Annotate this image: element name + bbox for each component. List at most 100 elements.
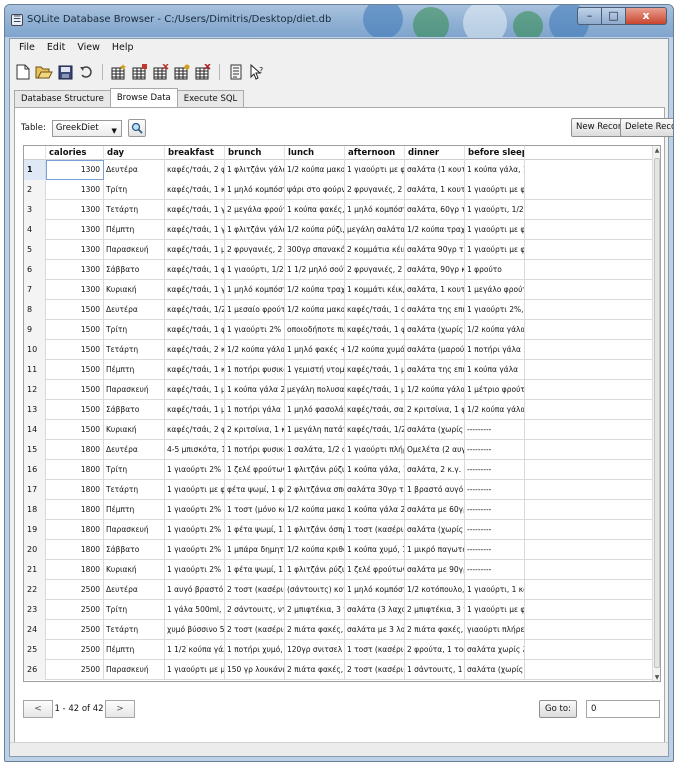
- table-cell[interactable]: 1 σαλάτα, 1/2 φλιτζ: [285, 440, 345, 460]
- table-cell[interactable]: καφές/τσάι, 1 αυγό: [345, 300, 405, 320]
- table-cell[interactable]: σαλάτα χωρίς λάδι μ: [465, 640, 525, 660]
- table-cell[interactable]: 1 1/2 μηλό σούπα, 2: [285, 260, 345, 280]
- table-cell[interactable]: 150 γρ λουκάνικα (τ: [225, 660, 285, 680]
- table-row[interactable]: 121500Παρασκευήκαφές/τσάι, 1 μεγάλ1 κούπ…: [24, 380, 654, 400]
- table-cell[interactable]: 1 γιαούρτι με φρουτ: [465, 180, 525, 200]
- row-number[interactable]: 21: [24, 560, 46, 580]
- row-number[interactable]: 23: [24, 600, 46, 620]
- table-cell[interactable]: ---------: [465, 460, 525, 480]
- table-cell[interactable]: 1/2 κοτόπουλο, 1 κο: [405, 580, 465, 600]
- table-cell[interactable]: Δευτέρα: [104, 440, 165, 460]
- open-folder-icon[interactable]: [35, 63, 53, 81]
- table-row[interactable]: 111500Πέμπτηκαφές/τσάι, 1 κούπα1 ποτήρι …: [24, 360, 654, 380]
- table-cell[interactable]: Τρίτη: [104, 320, 165, 340]
- table-cell[interactable]: 2500: [46, 620, 104, 640]
- table-cell[interactable]: 2 μπιφτέκια, 3 πατά: [405, 600, 465, 620]
- table-cell[interactable]: 1 γιαούρτι με φρούτ: [165, 480, 225, 500]
- minimize-button[interactable]: –: [577, 7, 601, 25]
- row-number[interactable]: 22: [24, 580, 46, 600]
- table-cell[interactable]: 1/2 κούπα γάλα, 1/2: [405, 380, 465, 400]
- table-cell[interactable]: 1800: [46, 520, 104, 540]
- table-cell[interactable]: 1/2 κούπα τραχανά,: [405, 220, 465, 240]
- table-cell[interactable]: Κυριακή: [104, 420, 165, 440]
- table-cell[interactable]: σαλάτα 30γρ τόνο σ: [345, 480, 405, 500]
- table-cell[interactable]: σαλάτα, 2 κ.γ. ελαι: [405, 460, 465, 480]
- table-cell[interactable]: 1 κούπα γάλα: [465, 360, 525, 380]
- scroll-up-icon[interactable]: ▲: [653, 146, 660, 156]
- table-cell[interactable]: 1 γιαούρτι, 1/2 κουτ: [225, 260, 285, 280]
- table-cell[interactable]: 1/2 κούπα μακαρόνι: [285, 300, 345, 320]
- table-cell[interactable]: 1 φέτα ψωμί, 1 κ.γ.: [225, 560, 285, 580]
- row-number[interactable]: 12: [24, 380, 46, 400]
- table-cell[interactable]: 1 γιαούρτι, 1 κουταλ: [465, 580, 525, 600]
- table-cell[interactable]: ---------: [465, 500, 525, 520]
- table-row[interactable]: 201800Σάββατο1 γιαούρτι 2% με 21 μπάρα δ…: [24, 540, 654, 560]
- table-select[interactable]: GreekDiet ▼: [51, 119, 122, 137]
- table-cell[interactable]: σαλάτα, 1 κουταλιά: [405, 280, 465, 300]
- table-cell[interactable]: 1500: [46, 380, 104, 400]
- table-cell[interactable]: Ομελέτα (2 αυγά), 2: [405, 440, 465, 460]
- table-cell[interactable]: 1 φλιτζάνι ρύζι (3: [285, 460, 345, 480]
- table-cell[interactable]: 1 γιαούρτι 2% με 1/: [165, 520, 225, 540]
- table-cell[interactable]: 1300: [46, 280, 104, 300]
- table-cell[interactable]: Πέμπτη: [104, 500, 165, 520]
- tab-database-structure[interactable]: Database Structure: [14, 90, 111, 107]
- table-cell[interactable]: ---------: [465, 560, 525, 580]
- table-cell[interactable]: σαλάτα με 90γρ τόν: [405, 560, 465, 580]
- table-cell[interactable]: 1800: [46, 540, 104, 560]
- table-cell[interactable]: 2 πιάτα φακές, 2 φέ: [285, 660, 345, 680]
- table-cell[interactable]: καφές/τσάι, 1/2 κού: [345, 420, 405, 440]
- table-cell[interactable]: Τρίτη: [104, 180, 165, 200]
- tab-browse-data[interactable]: Browse Data: [109, 88, 178, 107]
- table-cell[interactable]: 1 μηλό κομπόστα, 2: [345, 200, 405, 220]
- column-header[interactable]: before sleep: [465, 146, 525, 160]
- table-cell[interactable]: 1300: [46, 180, 104, 200]
- table-row[interactable]: 181800Πέμπτη1 γιαούρτι 2% με φρ1 τοστ (μ…: [24, 500, 654, 520]
- row-number[interactable]: 8: [24, 300, 46, 320]
- previous-page-button[interactable]: <: [23, 700, 53, 718]
- table-cell[interactable]: 2 πιάτα φακές, 90γρ: [405, 620, 465, 640]
- row-number[interactable]: 2: [24, 180, 46, 200]
- delete-record-button[interactable]: Delete Record: [620, 118, 673, 137]
- table-row[interactable]: 262500Παρασκευή1 γιαούρτι με μέλι, 1150 …: [24, 660, 654, 680]
- table-row[interactable]: 31300Τετάρτηκαφές/τσάι, 1 γιαούρ2 μεγάλα…: [24, 200, 654, 220]
- menu-help[interactable]: Help: [107, 41, 139, 57]
- table-row[interactable]: 131500Σάββατοκαφές/τσάι, 1 μεγάλ1 ποτήρι…: [24, 400, 654, 420]
- table-cell[interactable]: Τρίτη: [104, 460, 165, 480]
- table-cell[interactable]: σαλάτα (χωρίς λάδι): [405, 320, 465, 340]
- modify-table-icon[interactable]: [131, 63, 149, 81]
- title-bar[interactable]: ☰ SQLite Database Browser - C:/Users/Dim…: [5, 5, 673, 37]
- table-cell[interactable]: καφές/τσάι, 1 γιαούρ: [165, 280, 225, 300]
- table-row[interactable]: 101500Τετάρτηκαφές/τσάι, 2 κριτσί1/2 κού…: [24, 340, 654, 360]
- table-cell[interactable]: ---------: [465, 540, 525, 560]
- table-cell[interactable]: 1500: [46, 320, 104, 340]
- menu-view[interactable]: View: [72, 41, 105, 57]
- table-cell[interactable]: 2 τοστ (κασέρι-γαλο: [345, 660, 405, 680]
- table-cell[interactable]: 1 κούπα γάλα 2%, 2: [225, 380, 285, 400]
- vertical-scrollbar[interactable]: ▲ ▼: [652, 146, 660, 681]
- next-page-button[interactable]: >: [105, 700, 135, 718]
- row-number[interactable]: 5: [24, 240, 46, 260]
- table-cell[interactable]: καφές/τσάι, 1 κούπα: [165, 180, 225, 200]
- table-cell[interactable]: Πέμπτη: [104, 220, 165, 240]
- table-cell[interactable]: 1 μεσαίο φρούτο: [225, 300, 285, 320]
- table-row[interactable]: 11300Δευτέρακαφές/τσάι, 2 φρυγ1 φλιτζάνι…: [24, 160, 654, 180]
- table-cell[interactable]: ---------: [465, 420, 525, 440]
- row-number[interactable]: 11: [24, 360, 46, 380]
- table-row[interactable]: 222500Δευτέρα1 αυγό βραστό, 1 1/22 τοστ …: [24, 580, 654, 600]
- table-row[interactable]: 242500Τετάρτηχυμό βύσσινο 500ml2 τοστ (κ…: [24, 620, 654, 640]
- maximize-button[interactable]: □: [601, 7, 625, 25]
- table-cell[interactable]: σαλάτα, 60γρ τόνο σ: [405, 200, 465, 220]
- close-button[interactable]: x: [625, 7, 667, 25]
- table-cell[interactable]: 1/2 κούπα μακαρόνι: [285, 500, 345, 520]
- table-cell[interactable]: καφές/τσάι, 2 φρυγ: [165, 160, 225, 180]
- save-icon[interactable]: [56, 63, 74, 81]
- table-cell[interactable]: καφές/τσάι, 1 φέτα: [165, 320, 225, 340]
- find-button[interactable]: [127, 119, 146, 137]
- table-cell[interactable]: καφές/τσάι, 1 μεγάλ: [165, 240, 225, 260]
- table-cell[interactable]: 1 μικρό παγωτό: [405, 540, 465, 560]
- tab-execute-sql[interactable]: Execute SQL: [176, 90, 245, 107]
- table-cell[interactable]: 1 τοστ (κασέρι-γαλο: [345, 640, 405, 660]
- table-cell[interactable]: 1 γεμιστή ντομάτα ή: [285, 360, 345, 380]
- table-cell[interactable]: Κυριακή: [104, 560, 165, 580]
